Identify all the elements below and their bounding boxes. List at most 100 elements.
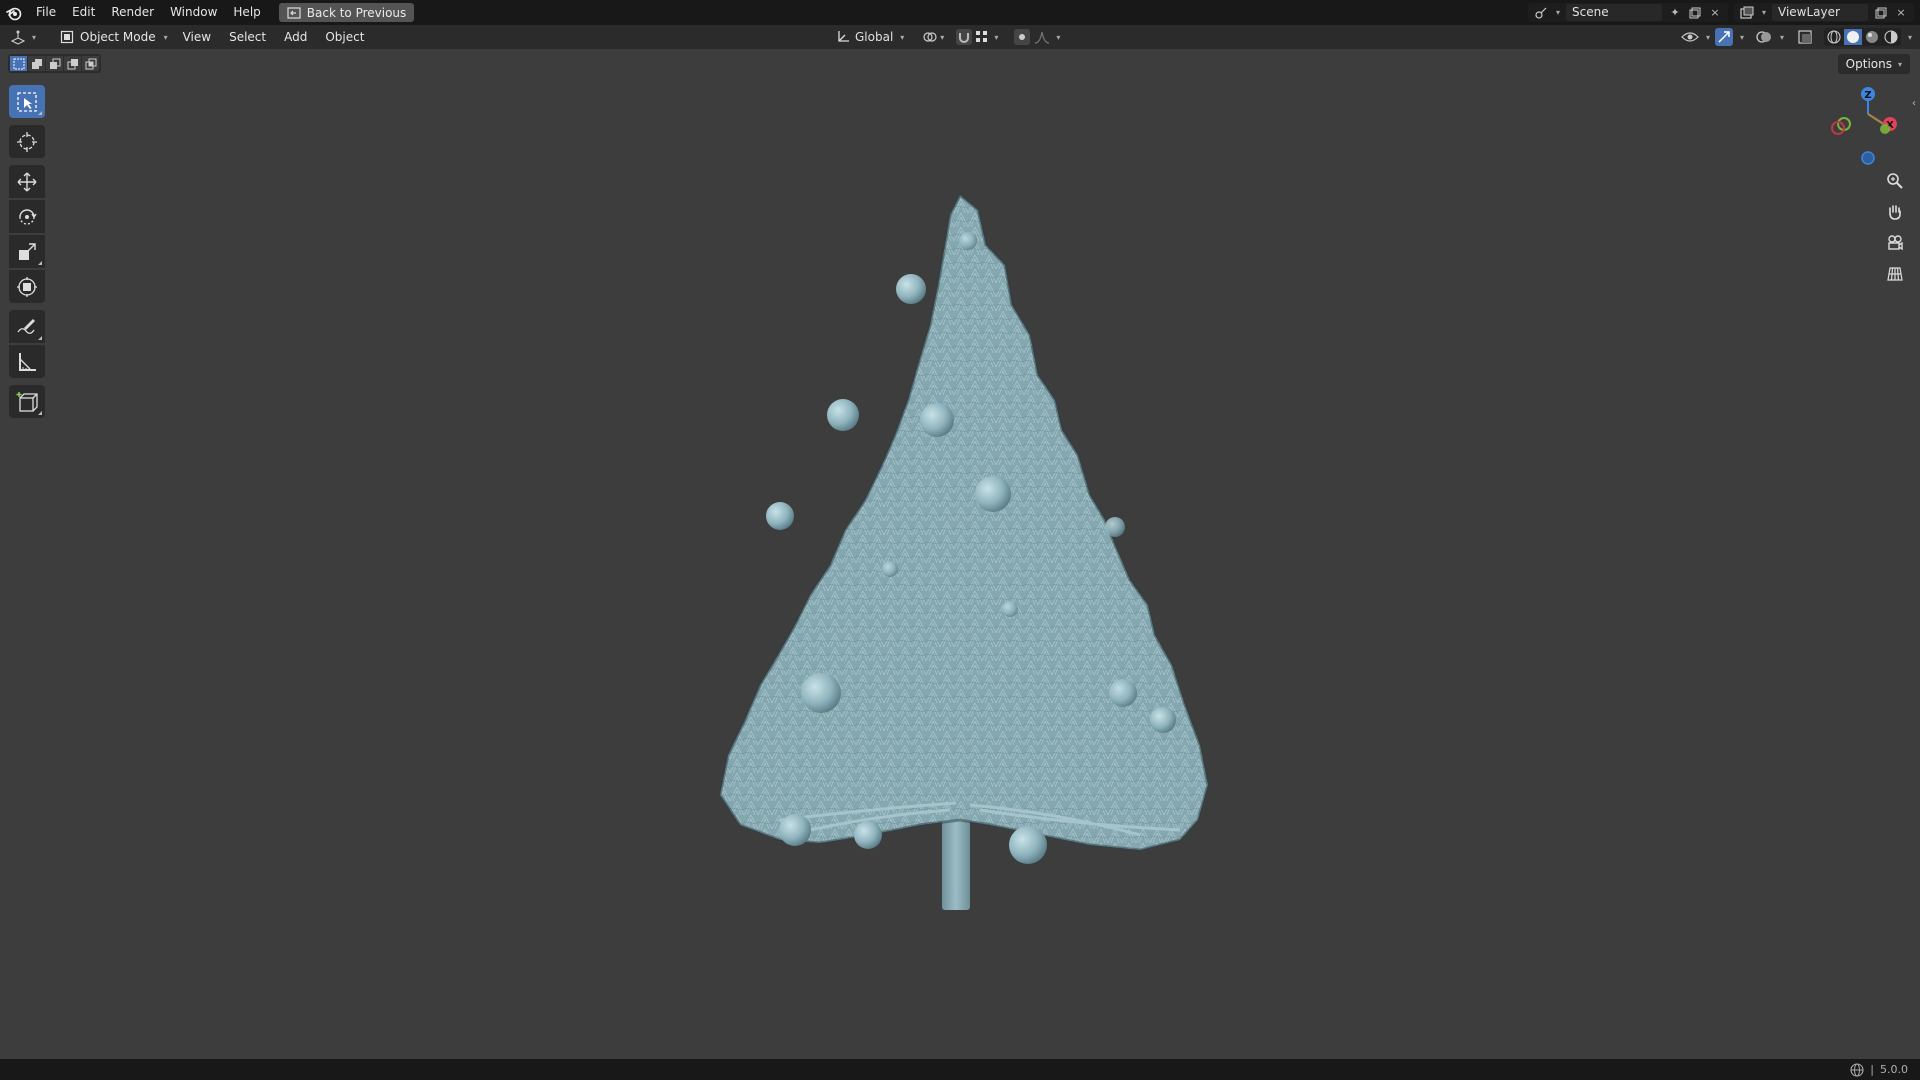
editor-type-dropdown-icon: ▾ (32, 32, 37, 42)
pin-icon[interactable]: ✦ (1668, 6, 1682, 20)
visibility-eye-icon[interactable] (1681, 30, 1699, 44)
menu-add[interactable]: Add (275, 25, 316, 49)
perspective-toggle-button[interactable] (1882, 261, 1908, 286)
proportional-editing-controls[interactable]: ▾ (1014, 29, 1060, 45)
annotate-tool[interactable] (9, 310, 45, 343)
top-menu-bar: File Edit Render Window Help Back to Pre… (0, 0, 1920, 25)
show-overlays-icon[interactable] (1755, 29, 1773, 45)
zoom-button[interactable] (1882, 168, 1908, 193)
perspective-grid-icon (1887, 266, 1903, 281)
selection-mode-buttons (8, 54, 101, 73)
gizmo-neg-z[interactable] (1861, 151, 1875, 165)
snap-target-icon[interactable] (975, 30, 989, 44)
move-tool[interactable] (9, 165, 45, 198)
pivot-point-dropdown[interactable]: ▾ (922, 30, 944, 44)
close-view-layer-icon[interactable]: × (1894, 6, 1908, 20)
ornament (1105, 517, 1125, 537)
measure-tool[interactable] (9, 345, 45, 378)
select-extend-button[interactable] (28, 56, 45, 71)
transform-tools: Global ▾ ▾ ▾ ▾ (836, 25, 1060, 49)
tool-variants-indicator-icon (38, 111, 42, 115)
mode-dropdown-arrow-icon: ▾ (163, 32, 168, 42)
menu-window[interactable]: Window (162, 0, 225, 25)
close-scene-icon[interactable]: × (1708, 6, 1722, 20)
gizmo-z-label: Z (1864, 90, 1871, 101)
blender-logo-icon[interactable] (6, 5, 22, 21)
falloff-dropdown-arrow-icon: ▾ (1056, 32, 1061, 42)
snap-controls[interactable]: ▾ (956, 29, 998, 45)
orientation-dropdown-arrow-icon: ▾ (900, 32, 905, 42)
menu-render[interactable]: Render (103, 0, 162, 25)
snap-dropdown-arrow-icon: ▾ (994, 32, 999, 42)
viewport-display-tools: ▾ ▾ ▾ ▾ (1681, 25, 1920, 49)
new-scene-icon[interactable] (1688, 6, 1702, 20)
select-box-icon (17, 91, 37, 112)
view-layer-dropdown-arrow-icon: ▾ (1761, 8, 1766, 17)
snap-magnet-icon[interactable] (956, 29, 973, 45)
menu-file[interactable]: File (28, 0, 64, 25)
cursor-tool[interactable] (9, 125, 45, 158)
menu-select[interactable]: Select (220, 25, 275, 49)
camera-view-button[interactable] (1882, 230, 1908, 255)
pan-hand-icon (1889, 204, 1901, 220)
menu-edit[interactable]: Edit (64, 0, 103, 25)
object-mode-icon (60, 30, 74, 44)
sidebar-toggle-icon[interactable]: ‹ (1912, 98, 1920, 116)
menu-view[interactable]: View (174, 25, 220, 49)
ornament (854, 821, 882, 849)
proportional-editing-icon[interactable] (1014, 29, 1031, 45)
scene-selector[interactable]: ▾ Scene ✦ × (1527, 3, 1728, 22)
tool-shelf (8, 85, 46, 420)
transform-orientation-dropdown[interactable]: Global ▾ (836, 30, 904, 44)
ornament (766, 502, 794, 530)
select-invert-button[interactable] (64, 56, 81, 71)
overlays-dropdown-icon: ▾ (1779, 32, 1784, 42)
select-invert-icon (67, 58, 78, 69)
menu-object[interactable]: Object (316, 25, 373, 49)
view-layer-icon (1740, 6, 1754, 20)
options-label: Options (1845, 57, 1892, 71)
editor-type-selector[interactable]: ▾ (10, 27, 44, 47)
rendered-shading-icon[interactable] (1882, 29, 1900, 45)
menu-help[interactable]: Help (225, 0, 268, 25)
transform-tool[interactable] (9, 270, 45, 303)
ornament (779, 814, 811, 846)
solid-shading-icon[interactable] (1843, 29, 1862, 45)
wireframe-shading-icon[interactable] (1825, 29, 1843, 45)
select-new-button[interactable] (10, 56, 27, 71)
add-cube-tool[interactable] (9, 385, 45, 418)
falloff-curve-icon[interactable] (1034, 30, 1050, 44)
material-preview-shading-icon[interactable] (1863, 29, 1881, 45)
navigation-gizmo[interactable]: Z X (1826, 84, 1910, 170)
visibility-dropdown-icon: ▾ (1705, 32, 1710, 42)
pan-button[interactable] (1882, 199, 1908, 224)
object-mode-dropdown[interactable]: Object Mode ▾ (54, 27, 174, 47)
status-bar: | 5.0.0 (0, 1059, 1920, 1080)
object-mode-label: Object Mode (80, 30, 156, 44)
rotate-tool[interactable] (9, 200, 45, 233)
scene-name-field[interactable]: Scene (1565, 4, 1662, 21)
show-gizmo-icon[interactable] (1714, 28, 1733, 46)
zoom-magnifier-icon (1887, 172, 1903, 189)
version-info: | 5.0.0 (1850, 1062, 1920, 1077)
scale-tool[interactable] (9, 235, 45, 268)
view-layer-selector[interactable]: ▾ ViewLayer × (1733, 3, 1914, 22)
measure-ruler-icon (19, 352, 36, 371)
gizmo-dropdown-icon: ▾ (1739, 32, 1744, 42)
gizmo-y-axis[interactable] (1880, 124, 1890, 134)
view-layer-name-field[interactable]: ViewLayer (1772, 4, 1868, 21)
network-globe-icon[interactable] (1850, 1062, 1864, 1077)
back-to-previous-button[interactable]: Back to Previous (278, 3, 415, 22)
xray-toggle-icon[interactable] (1797, 29, 1813, 45)
new-view-layer-icon[interactable] (1874, 6, 1888, 20)
ornament (896, 274, 926, 304)
ornament (827, 399, 859, 431)
select-extend-icon (31, 58, 42, 69)
select-box-tool[interactable] (9, 85, 45, 118)
christmas-tree-model[interactable] (660, 185, 1260, 945)
add-cube-icon (16, 391, 38, 412)
select-subtract-button[interactable] (46, 56, 63, 71)
select-intersect-button[interactable] (82, 56, 99, 71)
options-dropdown[interactable]: Options ▾ (1837, 54, 1910, 74)
scale-icon (19, 242, 36, 260)
